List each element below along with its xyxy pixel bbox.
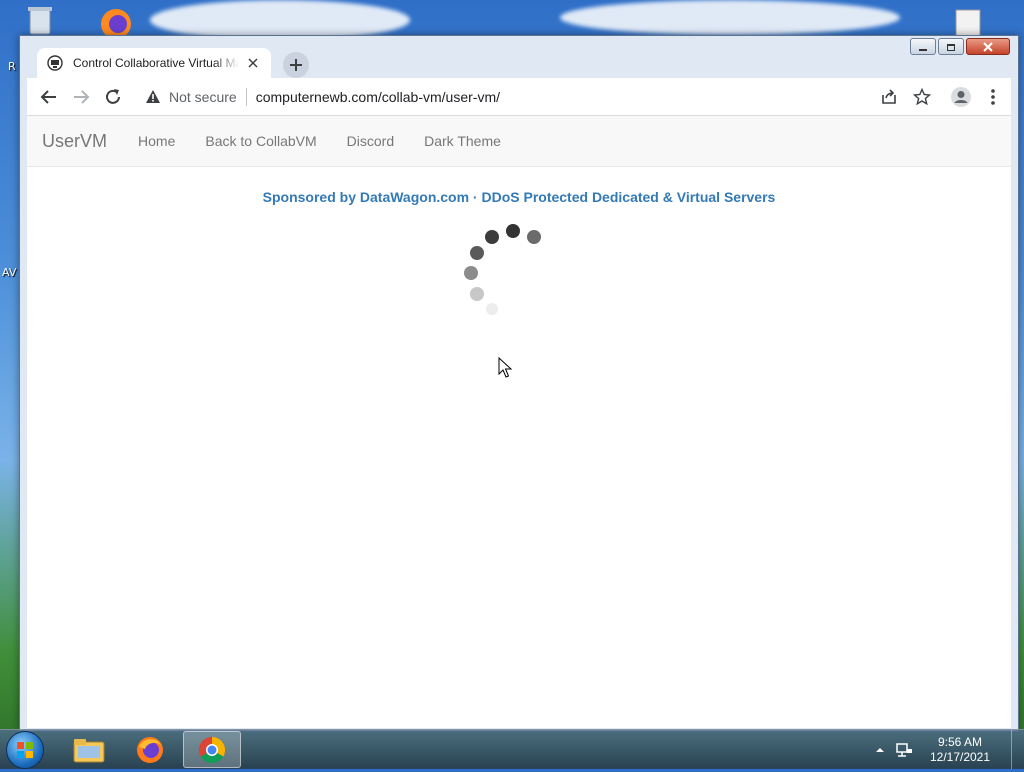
windows-logo-icon xyxy=(17,742,33,758)
mouse-cursor-icon xyxy=(498,357,512,378)
nav-link-back-to-collabvm[interactable]: Back to CollabVM xyxy=(190,133,331,149)
share-button[interactable] xyxy=(877,85,901,109)
clock[interactable]: 9:56 AM 12/17/2021 xyxy=(925,735,995,765)
reload-icon xyxy=(106,89,120,104)
profile-button[interactable] xyxy=(949,85,973,109)
taskbar-explorer[interactable] xyxy=(60,731,118,768)
system-tray: 9:56 AM 12/17/2021 xyxy=(875,730,1024,769)
reload-button[interactable] xyxy=(101,85,125,109)
collabvm-favicon-icon xyxy=(47,55,63,71)
clock-time: 9:56 AM xyxy=(937,734,983,749)
menu-button[interactable] xyxy=(981,85,1005,109)
bookmark-button[interactable] xyxy=(910,85,934,109)
taskbar: 9:56 AM 12/17/2021 xyxy=(0,729,1024,769)
chrome-icon xyxy=(198,736,226,763)
spinner-dot xyxy=(464,266,478,280)
site-navbar: UserVM Home Back to CollabVM Discord Dar… xyxy=(27,116,1011,167)
folder-icon xyxy=(73,738,105,762)
browser-toolbar: Not secure computernewb.com/collab-vm/us… xyxy=(27,78,1011,116)
cloud xyxy=(150,0,410,40)
security-label[interactable]: Not secure xyxy=(169,89,237,105)
arrow-left-icon xyxy=(40,90,56,104)
site-brand[interactable]: UserVM xyxy=(42,131,107,152)
kebab-menu-icon xyxy=(991,89,995,105)
nav-link-discord[interactable]: Discord xyxy=(332,133,409,149)
close-tab-icon[interactable] xyxy=(245,55,261,71)
show-hidden-icons-icon[interactable] xyxy=(875,745,885,755)
spinner-dot xyxy=(506,224,520,238)
nav-link-home[interactable]: Home xyxy=(123,133,190,149)
clock-date: 12/17/2021 xyxy=(929,749,991,764)
arrow-right-icon xyxy=(74,90,90,104)
nav-link-dark-theme[interactable]: Dark Theme xyxy=(409,133,516,149)
star-icon xyxy=(913,88,931,106)
warning-icon xyxy=(146,90,160,103)
taskbar-firefox[interactable] xyxy=(121,731,179,768)
address-bar[interactable]: Not secure computernewb.com/collab-vm/us… xyxy=(137,82,873,112)
spinner-dot xyxy=(527,230,541,244)
browser-window: Control Collaborative Virtual Machine No… xyxy=(19,35,1019,732)
desktop-label: AV xyxy=(2,266,17,279)
forward-button[interactable] xyxy=(69,85,93,109)
omnibox-divider xyxy=(245,88,247,106)
sponsor-link[interactable]: Sponsored by DataWagon.com · DDoS Protec… xyxy=(27,189,1011,205)
loading-spinner xyxy=(427,224,541,324)
spinner-dot xyxy=(485,230,499,244)
network-icon[interactable] xyxy=(895,741,913,759)
spinner-dot xyxy=(470,246,484,260)
spinner-dot xyxy=(470,287,484,301)
plus-icon xyxy=(290,59,302,71)
web-page: UserVM Home Back to CollabVM Discord Dar… xyxy=(27,116,1011,728)
spinner-dot xyxy=(486,303,498,315)
cloud xyxy=(560,0,900,35)
show-desktop-button[interactable] xyxy=(1011,730,1024,769)
taskbar-chrome[interactable] xyxy=(183,731,241,768)
avatar-icon xyxy=(951,87,971,107)
url-text[interactable]: computernewb.com/collab-vm/user-vm/ xyxy=(256,89,500,105)
tab-collabvm[interactable]: Control Collaborative Virtual Machine xyxy=(37,48,271,78)
new-tab-button[interactable] xyxy=(283,52,309,78)
back-button[interactable] xyxy=(37,85,61,109)
desktop-label: R xyxy=(8,60,16,73)
start-button[interactable] xyxy=(6,731,44,769)
share-icon xyxy=(882,89,896,104)
tab-strip: Control Collaborative Virtual Machine xyxy=(27,44,1011,78)
firefox-icon xyxy=(137,736,163,763)
tab-title: Control Collaborative Virtual Machine xyxy=(73,56,239,70)
